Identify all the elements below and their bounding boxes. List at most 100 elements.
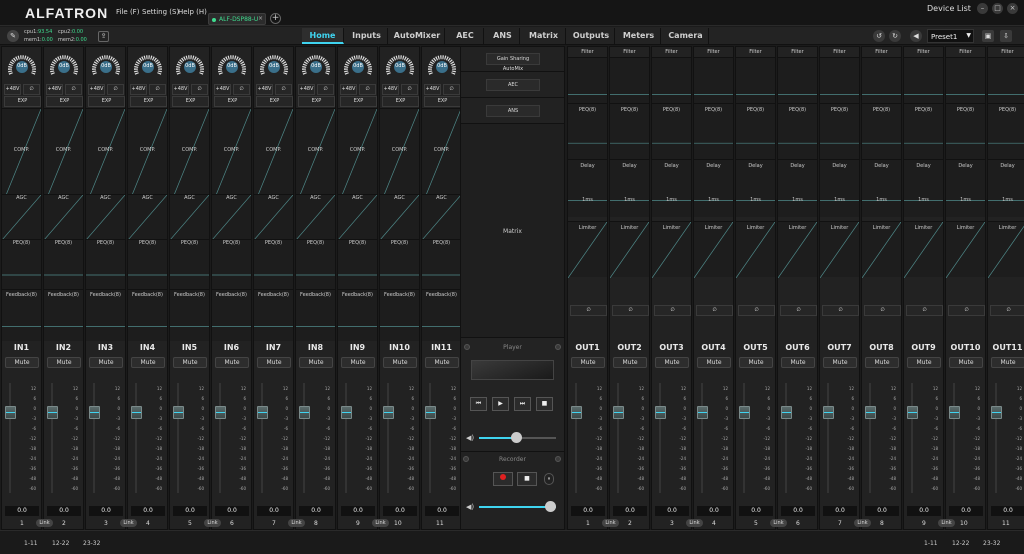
mute-button[interactable]: Mute — [655, 357, 689, 368]
comp-block[interactable]: COMP. — [86, 108, 125, 205]
filter-block[interactable] — [778, 57, 817, 109]
filter-label[interactable]: Filter — [778, 49, 817, 55]
mute-button[interactable]: Mute — [89, 357, 123, 368]
feedback-block[interactable]: Feedback(8) — [2, 289, 41, 341]
comp-block[interactable]: COMP. — [128, 108, 167, 205]
menu-help[interactable]: Help (H) — [178, 8, 207, 16]
menu-setting[interactable]: Setting (S) — [142, 8, 179, 16]
page-button[interactable]: 12-22 — [952, 540, 969, 547]
link-button[interactable]: Link — [204, 519, 221, 527]
fader-track[interactable] — [261, 383, 263, 493]
page-button[interactable]: 1-11 — [924, 540, 938, 547]
peq-block[interactable]: PEQ(8) — [254, 239, 293, 289]
fader-track[interactable] — [617, 383, 619, 493]
phantom-button[interactable]: +48V — [4, 84, 21, 95]
export-icon[interactable]: ⇪ — [98, 31, 109, 42]
agc-block[interactable]: AGC — [44, 194, 83, 240]
limiter-block[interactable]: Limiter — [694, 221, 733, 278]
fader-value[interactable]: 0.0 — [425, 506, 459, 516]
comp-block[interactable]: COMP. — [212, 108, 251, 205]
phantom-button[interactable]: +48V — [256, 84, 273, 95]
limiter-block[interactable]: Limiter — [946, 221, 985, 278]
phase-button[interactable]: ∅ — [191, 84, 208, 95]
phantom-button[interactable]: +48V — [130, 84, 147, 95]
mute-button[interactable]: Mute — [907, 357, 941, 368]
fader-knob[interactable] — [47, 406, 58, 419]
link-button[interactable]: Link — [938, 519, 955, 527]
link-button[interactable]: Link — [602, 519, 619, 527]
phantom-button[interactable]: +48V — [214, 84, 231, 95]
fader-track[interactable] — [743, 383, 745, 493]
filter-label[interactable]: Filter — [652, 49, 691, 55]
phantom-button[interactable]: +48V — [88, 84, 105, 95]
phase-button[interactable]: ∅ — [233, 84, 250, 95]
phantom-button[interactable]: +48V — [172, 84, 189, 95]
limiter-block[interactable]: Limiter — [610, 221, 649, 278]
gain-knob[interactable]: 0dB — [48, 50, 80, 78]
peq-block[interactable]: PEQ(8) — [904, 103, 943, 159]
agc-block[interactable]: AGC — [170, 194, 209, 240]
comp-block[interactable]: COMP. — [170, 108, 209, 205]
exp-button[interactable]: EXP — [256, 96, 293, 107]
agc-block[interactable]: AGC — [296, 194, 335, 240]
mute-button[interactable]: Mute — [5, 357, 39, 368]
delay-block[interactable]: Delay — [862, 159, 901, 217]
phase-button[interactable]: ∅ — [443, 84, 460, 95]
link-button[interactable]: Link — [120, 519, 137, 527]
filter-label[interactable]: Filter — [862, 49, 901, 55]
tab-camera[interactable]: Camera — [663, 28, 709, 44]
fader-value[interactable]: 0.0 — [907, 506, 941, 516]
record-settings-icon[interactable]: ⏸ — [544, 473, 554, 485]
link-button[interactable]: Link — [372, 519, 389, 527]
peq-block[interactable]: PEQ(8) — [338, 239, 377, 289]
phase-button[interactable]: ∅ — [612, 305, 649, 316]
mute-button[interactable]: Mute — [949, 357, 983, 368]
mute-button[interactable]: Mute — [571, 357, 605, 368]
comp-block[interactable]: COMP. — [296, 108, 335, 205]
gain-knob[interactable]: 0dB — [384, 50, 416, 78]
fader-track[interactable] — [429, 383, 431, 493]
agc-block[interactable]: AGC — [2, 194, 41, 240]
comp-block[interactable]: COMP. — [254, 108, 293, 205]
tab-automixer[interactable]: AutoMixer — [390, 28, 445, 44]
mute-button[interactable]: Mute — [173, 357, 207, 368]
mute-button[interactable]: Mute — [299, 357, 333, 368]
mute-button[interactable]: Mute — [781, 357, 815, 368]
feedback-block[interactable]: Feedback(8) — [296, 289, 335, 341]
fader-track[interactable] — [659, 383, 661, 493]
delay-block[interactable]: Delay — [988, 159, 1024, 217]
phantom-button[interactable]: +48V — [424, 84, 441, 95]
mute-button[interactable]: Mute — [739, 357, 773, 368]
phase-button[interactable]: ∅ — [359, 84, 376, 95]
recorder-volume-slider[interactable] — [479, 501, 556, 512]
delay-block[interactable]: Delay — [694, 159, 733, 217]
fader-knob[interactable] — [949, 406, 960, 419]
limiter-block[interactable]: Limiter — [820, 221, 859, 278]
fader-track[interactable] — [827, 383, 829, 493]
peq-block[interactable]: PEQ(8) — [422, 239, 461, 289]
comp-block[interactable]: COMP. — [2, 108, 41, 205]
menu-file[interactable]: File (F) — [116, 8, 139, 16]
mute-button[interactable]: Mute — [865, 357, 899, 368]
fader-value[interactable]: 0.0 — [655, 506, 689, 516]
limiter-block[interactable]: Limiter — [904, 221, 943, 278]
filter-block[interactable] — [988, 57, 1024, 109]
device-list-label[interactable]: Device List — [927, 4, 971, 13]
fader-value[interactable]: 0.0 — [383, 506, 417, 516]
fader-value[interactable]: 0.0 — [865, 506, 899, 516]
fader-knob[interactable] — [739, 406, 750, 419]
agc-block[interactable]: AGC — [380, 194, 419, 240]
tab-home[interactable]: Home — [302, 28, 344, 44]
fader-value[interactable]: 0.0 — [5, 506, 39, 516]
delay-block[interactable]: Delay — [568, 159, 607, 217]
fader-track[interactable] — [995, 383, 997, 493]
speaker-icon[interactable]: ◀ — [910, 30, 922, 42]
peq-block[interactable]: PEQ(8) — [86, 239, 125, 289]
record-button[interactable] — [493, 472, 513, 486]
fader-knob[interactable] — [299, 406, 310, 419]
filter-label[interactable]: Filter — [694, 49, 733, 55]
fader-value[interactable]: 0.0 — [781, 506, 815, 516]
gain-knob[interactable]: 0dB — [6, 50, 38, 78]
fader-track[interactable] — [911, 383, 913, 493]
phase-button[interactable]: ∅ — [317, 84, 334, 95]
